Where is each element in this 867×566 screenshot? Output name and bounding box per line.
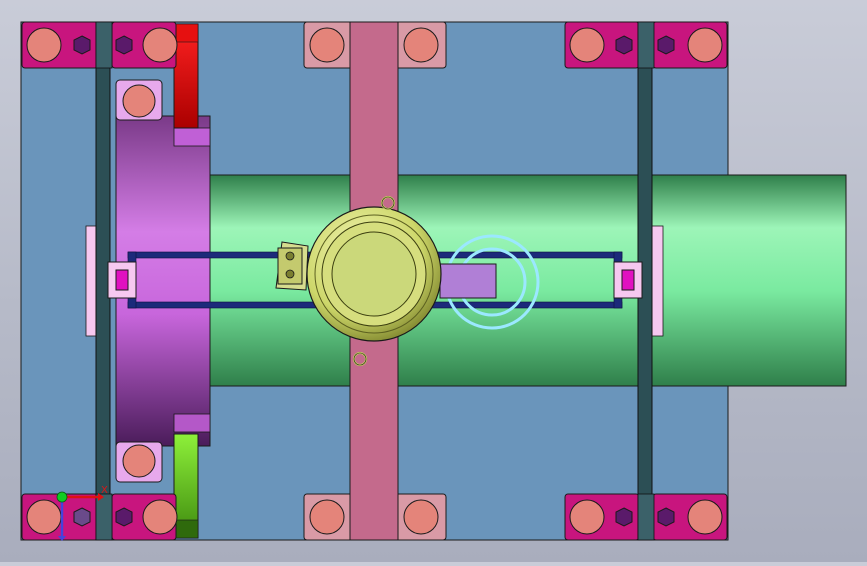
right-side-tab[interactable] xyxy=(651,225,664,337)
flange-notch-bottom xyxy=(173,413,211,433)
hex-bolt-icon[interactable] xyxy=(26,499,62,535)
right-rail-clamp-top xyxy=(637,21,655,69)
hex-nut-icon[interactable] xyxy=(73,507,91,527)
hex-nut-icon[interactable] xyxy=(657,507,675,527)
lavender-block[interactable] xyxy=(439,263,497,299)
mold-assembly-top-view[interactable] xyxy=(0,0,867,562)
mount-bracket[interactable] xyxy=(275,241,309,291)
hex-bolt-icon[interactable] xyxy=(122,444,156,478)
hex-bolt-icon[interactable] xyxy=(142,27,178,63)
hex-nut-icon[interactable] xyxy=(615,35,633,55)
left-rail-clamp-top xyxy=(95,21,113,69)
hex-nut-icon[interactable] xyxy=(115,35,133,55)
hex-bolt-icon[interactable] xyxy=(687,499,723,535)
left-frame-lug[interactable] xyxy=(107,261,137,299)
hex-bolt-icon[interactable] xyxy=(142,499,178,535)
hex-bolt-icon[interactable] xyxy=(569,499,605,535)
left-side-tab[interactable] xyxy=(85,225,98,337)
hex-nut-icon[interactable] xyxy=(615,507,633,527)
hex-bolt-icon[interactable] xyxy=(569,27,605,63)
flange-notch-top xyxy=(173,127,211,147)
hex-nut-icon[interactable] xyxy=(657,35,675,55)
right-rail-clamp-bottom xyxy=(637,493,655,541)
red-block-cap xyxy=(173,23,199,43)
hex-bolt-icon[interactable] xyxy=(309,27,345,63)
left-rail-clamp-bottom xyxy=(95,493,113,541)
hex-nut-icon[interactable] xyxy=(115,507,133,527)
hex-bolt-icon[interactable] xyxy=(26,27,62,63)
hex-bolt-icon[interactable] xyxy=(403,27,439,63)
hex-bolt-icon[interactable] xyxy=(309,499,345,535)
hex-bolt-icon[interactable] xyxy=(687,27,723,63)
cad-viewport[interactable]: X xyxy=(0,0,867,562)
green-block-cap xyxy=(173,519,199,539)
right-frame-lug[interactable] xyxy=(613,261,643,299)
hex-bolt-icon[interactable] xyxy=(122,84,156,118)
hex-bolt-icon[interactable] xyxy=(403,499,439,535)
yellow-sphere-body[interactable] xyxy=(306,206,442,342)
axis-x-label: X xyxy=(101,485,108,496)
hex-nut-icon[interactable] xyxy=(73,35,91,55)
